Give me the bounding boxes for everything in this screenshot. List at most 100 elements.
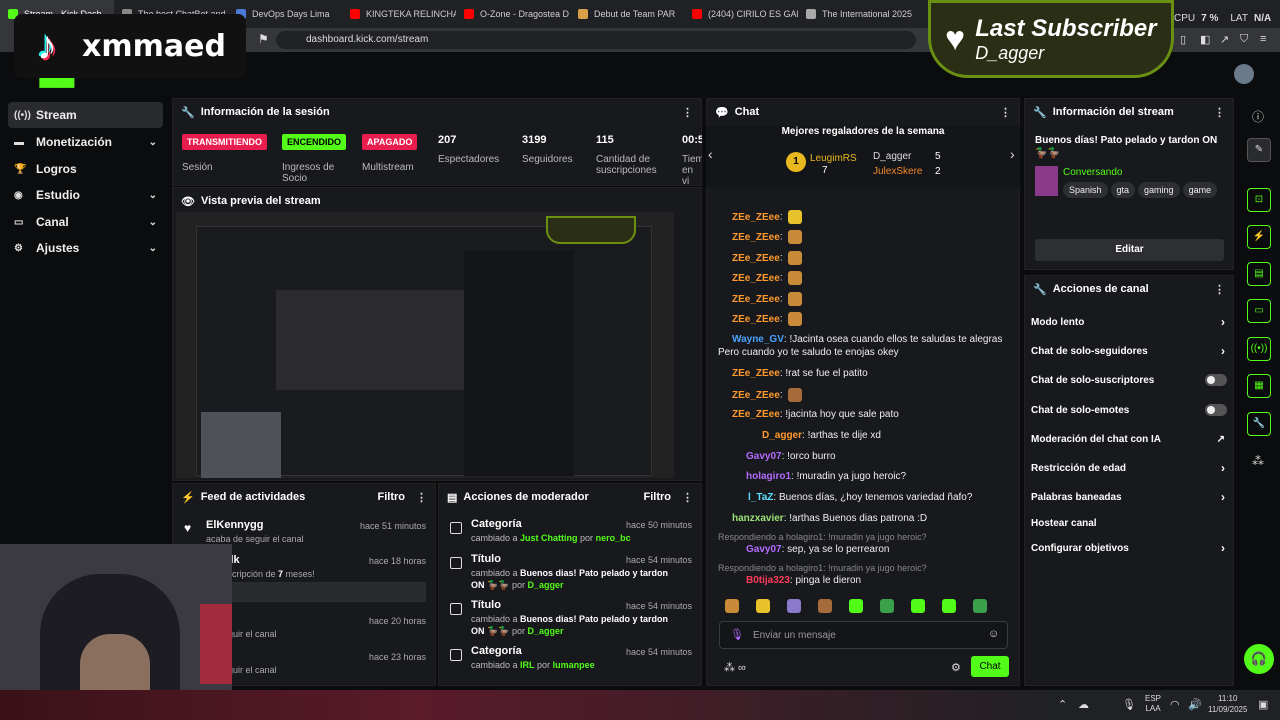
external-link-icon: ↗ [1216, 433, 1225, 445]
bolt-icon[interactable]: ⚡ [1247, 225, 1271, 249]
category-thumbnail [1035, 166, 1058, 196]
banned-words-row[interactable]: Palabras baneadas › [1031, 487, 1229, 507]
apps-icon[interactable]: ⁂ [1252, 454, 1264, 468]
emote-icon [788, 312, 803, 326]
tab-icon [806, 9, 816, 19]
more-icon[interactable]: ⋮ [1214, 283, 1225, 296]
subs-only-row: Chat de solo-suscriptores [1031, 370, 1229, 390]
chat-message: Wayne_GV: !Jacinta osea cuando ellos te … [718, 334, 1003, 358]
chevron-left-icon[interactable]: ‹ [708, 146, 713, 162]
emote-icon[interactable] [880, 599, 894, 613]
menu-icon[interactable]: ≡ [1260, 33, 1266, 45]
last-subscriber-overlay: ♥ Last Subscriber D_agger [928, 0, 1174, 78]
chat-input[interactable]: 🎙 Enviar un mensaje ☺ [719, 621, 1008, 649]
wifi-icon[interactable]: ◠ [1170, 698, 1180, 711]
emote-icon[interactable] [756, 599, 770, 613]
chat-message: ZEe_ZEee: !jacinta hoy que sale pato [732, 409, 899, 420]
language-indicator[interactable]: ESP LAA [1145, 694, 1161, 714]
youtube-icon [464, 9, 474, 19]
focus-icon[interactable]: ⊡ [1247, 188, 1271, 212]
chat-icon[interactable]: ▭ [1247, 299, 1271, 323]
notifications-icon[interactable]: ▣ [1258, 698, 1268, 711]
bookmark-icon[interactable]: ⚑ [258, 32, 269, 46]
chat-panel-header: 💬 Chat ⋮ [715, 106, 1011, 119]
mic-icon[interactable]: 🎙 [730, 628, 744, 641]
followers-only-row[interactable]: Chat de solo-seguidores › [1031, 341, 1229, 361]
goals-row[interactable]: Configurar objetivos › [1031, 538, 1229, 558]
extension-icon[interactable]: ◧ [1200, 33, 1210, 46]
sidebar-item-canal[interactable]: ▭ Canal ⌄ [8, 209, 163, 235]
emote-bar [722, 599, 1008, 617]
host-channel-row[interactable]: Hostear canal [1031, 513, 1229, 533]
filter-button[interactable]: Filtro [644, 491, 672, 503]
more-icon[interactable]: ⋮ [682, 106, 693, 119]
info-icon[interactable]: ⓘ [1252, 108, 1264, 125]
chevron-right-icon[interactable]: › [1010, 146, 1015, 162]
browser-tab[interactable]: KINGTEKA RELINCHA [342, 0, 456, 28]
age-restriction-row[interactable]: Restricción de edad › [1031, 458, 1229, 478]
edit-icon[interactable]: ✎ [1247, 138, 1271, 162]
mod-desc: cambiado a Buenos dias! Pato pelado y ta… [471, 614, 669, 636]
more-icon[interactable]: ⋮ [416, 491, 427, 504]
wrench-icon[interactable]: 🔧 [1247, 412, 1271, 436]
tiktok-overlay: ♪ xmmaed [14, 14, 246, 78]
emote-icon[interactable] [849, 599, 863, 613]
session-stat: TRANSMITIENDO Sesión [182, 124, 272, 184]
broadcast-icon[interactable]: ((•)) [1247, 337, 1271, 361]
browser-tab[interactable]: (2404) CIRILO ES GAN [684, 0, 798, 28]
browser-tab[interactable]: O-Zone - Dragostea D [456, 0, 570, 28]
wrench-icon: 🔧 [1033, 106, 1047, 119]
emote-icon[interactable] [973, 599, 987, 613]
clock[interactable]: 11:10 11/09/2025 [1208, 693, 1247, 715]
emotes-only-toggle[interactable] [1205, 404, 1227, 416]
more-icon[interactable]: ⋮ [682, 491, 693, 504]
sidebar-item-monetizacion[interactable]: ▬ Monetización ⌄ [8, 129, 163, 155]
mic-icon[interactable]: 🎙 [1122, 698, 1136, 711]
chevron-right-icon: › [1221, 461, 1225, 475]
volume-icon[interactable]: 🔊 [1188, 698, 1202, 711]
youtube-icon [350, 9, 360, 19]
stream-preview [176, 212, 674, 478]
sidebar-item-ajustes[interactable]: ⚙ Ajustes ⌄ [8, 235, 163, 261]
share-icon[interactable]: ↗ [1220, 33, 1229, 46]
emote-icon[interactable] [787, 599, 801, 613]
emote-icon [788, 230, 803, 244]
chevron-up-icon[interactable]: ⌃ [1058, 698, 1067, 711]
shield-icon[interactable]: ⛉ [1240, 33, 1248, 46]
avatar[interactable] [1234, 64, 1254, 84]
stream-info-header: 🔧 Información del stream ⋮ [1033, 106, 1225, 119]
browser-tab[interactable]: The International 2025 [798, 0, 912, 28]
subs-only-toggle[interactable] [1205, 374, 1227, 386]
filter-button[interactable]: Filtro [378, 491, 406, 503]
emoji-icon[interactable]: ☺ [988, 628, 999, 640]
support-icon[interactable]: 🎧 [1244, 644, 1274, 674]
gear-icon[interactable]: ⚙ [951, 661, 961, 674]
list-icon[interactable]: ▦ [1247, 374, 1271, 398]
reply-context: Respondiendo a holagiro1: !muradin ya ju… [718, 532, 927, 542]
stream-title: Buenos días! Pato pelado y tardon ON 🦆🦆 [1035, 135, 1218, 159]
sidebar-item-estudio[interactable]: ◉ Estudio ⌄ [8, 182, 163, 208]
edit-button[interactable]: Editar [1035, 239, 1224, 261]
send-chat-button[interactable]: Chat [971, 656, 1009, 677]
tab-icon [578, 9, 588, 19]
sidebar-icon[interactable]: ▯ [1180, 33, 1186, 46]
ai-moderation-row[interactable]: Moderación del chat con IA ↗ [1031, 429, 1229, 449]
emote-icon[interactable] [818, 599, 832, 613]
sidebar-item-logros[interactable]: 🏆 Logros [8, 156, 163, 182]
browser-tab[interactable]: Debut de Team PAR [570, 0, 684, 28]
url-field[interactable]: dashboard.kick.com/stream [276, 31, 916, 49]
chat-message: D_agger: !arthas te dije xd [762, 430, 881, 441]
more-icon[interactable]: ⋮ [1214, 106, 1225, 119]
emote-icon[interactable] [911, 599, 925, 613]
emote-icon[interactable] [942, 599, 956, 613]
stream-icon: ((•)) [14, 109, 31, 121]
sidebar-item-stream[interactable]: ((•)) Stream [8, 102, 163, 128]
cloud-icon[interactable]: ☁ [1078, 698, 1089, 711]
slow-mode-row[interactable]: Modo lento › [1031, 312, 1229, 332]
points-icon[interactable]: ⁂ ∞ [724, 661, 746, 674]
emote-icon[interactable] [725, 599, 739, 613]
document-icon[interactable]: ▤ [1247, 262, 1271, 286]
more-icon[interactable]: ⋮ [1000, 106, 1011, 119]
multistream-stat: APAGADO Multistream [362, 124, 427, 184]
chat-message: Gavy07: sep, ya se lo perrearon [746, 544, 890, 555]
